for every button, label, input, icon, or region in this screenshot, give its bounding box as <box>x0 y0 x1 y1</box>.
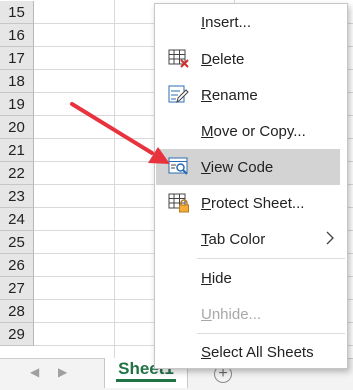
row-header[interactable]: 21 <box>0 139 34 162</box>
row-header[interactable]: 20 <box>0 116 34 139</box>
menu-item-unhide: Unhide... <box>155 296 347 332</box>
delete-sheet-icon <box>168 49 189 68</box>
menu-item-label: Insert... <box>201 13 252 31</box>
menu-item-view-code[interactable]: View Code <box>156 149 340 185</box>
gridline <box>114 0 115 358</box>
menu-item-select-all-sheets[interactable]: Select All Sheets <box>155 334 347 370</box>
row-header[interactable]: 23 <box>0 185 34 208</box>
row-header[interactable]: 24 <box>0 208 34 231</box>
menu-item-label: Select All Sheets <box>201 343 314 361</box>
rename-sheet-icon <box>168 85 189 104</box>
menu-item-label: Move or Copy... <box>201 122 306 140</box>
chevron-right-icon <box>326 231 334 245</box>
menu-item-label: Delete <box>201 50 245 68</box>
menu-item-protect-sheet[interactable]: Protect Sheet... <box>155 185 347 221</box>
menu-item-hide[interactable]: Hide <box>155 260 347 296</box>
menu-separator <box>197 258 345 259</box>
row-header[interactable]: 19 <box>0 93 34 116</box>
row-header[interactable]: 15 <box>0 1 34 24</box>
menu-item-label: Hide <box>201 269 232 287</box>
menu-item-rename[interactable]: Rename <box>155 77 347 113</box>
scroll-tabs-left-icon[interactable]: ◀ <box>30 365 39 379</box>
menu-item-delete[interactable]: Delete <box>155 41 347 77</box>
sheet-context-menu: Insert... Delete Rename Move or Copy... <box>154 3 348 369</box>
menu-item-move-or-copy[interactable]: Move or Copy... <box>155 113 347 149</box>
protect-sheet-icon <box>168 193 189 213</box>
row-header[interactable]: 18 <box>0 70 34 93</box>
menu-item-tab-color[interactable]: Tab Color <box>155 221 347 257</box>
view-code-icon <box>168 157 188 175</box>
row-header[interactable]: 22 <box>0 162 34 185</box>
menu-item-label: Protect Sheet... <box>201 194 305 212</box>
row-header[interactable]: 16 <box>0 24 34 47</box>
menu-item-insert[interactable]: Insert... <box>155 4 347 40</box>
menu-item-label: Unhide... <box>201 305 262 323</box>
scroll-tabs-right-icon[interactable]: ▶ <box>58 365 67 379</box>
row-header[interactable]: 28 <box>0 300 34 323</box>
row-header[interactable]: 29 <box>0 323 34 346</box>
row-header[interactable]: 26 <box>0 254 34 277</box>
row-header[interactable]: 25 <box>0 231 34 254</box>
row-header[interactable]: 27 <box>0 277 34 300</box>
row-header[interactable]: 17 <box>0 47 34 70</box>
menu-item-label: Rename <box>201 86 258 104</box>
menu-item-label: View Code <box>201 158 274 176</box>
menu-item-label: Tab Color <box>201 230 266 248</box>
